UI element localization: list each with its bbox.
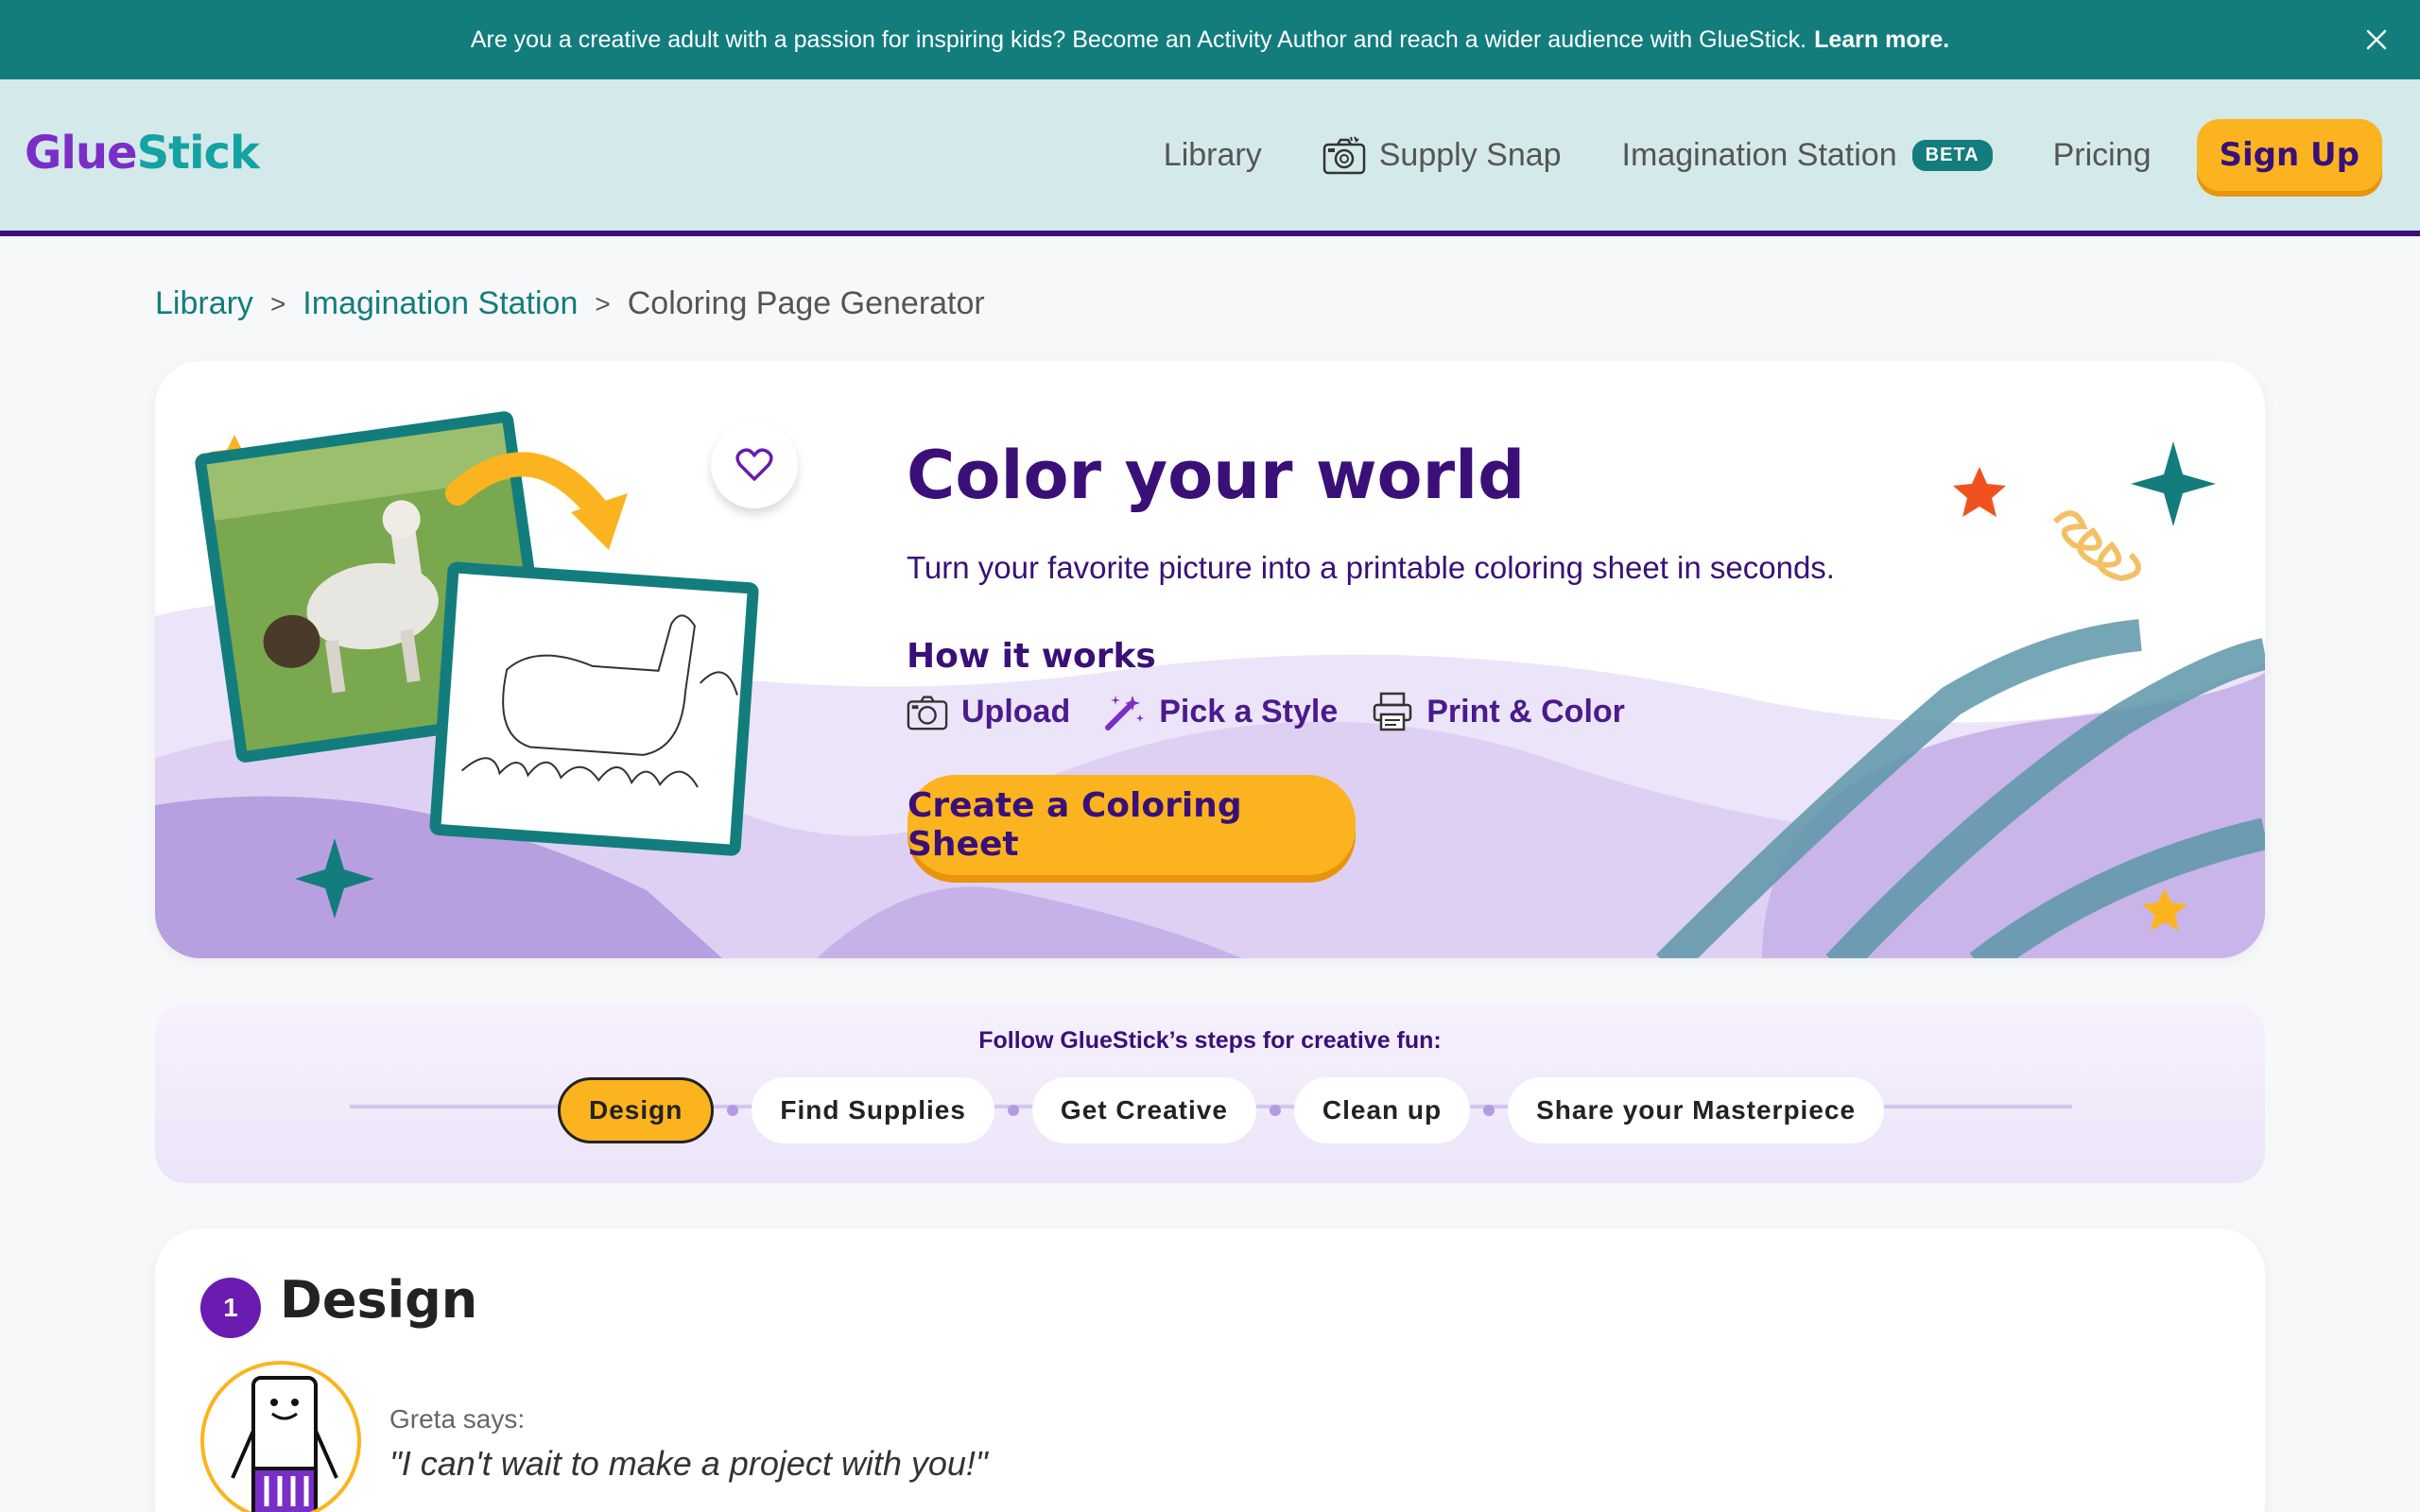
how-step-label: Pick a Style	[1159, 693, 1339, 730]
step-design[interactable]: Design	[558, 1077, 715, 1143]
how-step-pick-style: Pick a Style	[1104, 692, 1338, 731]
step-get-creative[interactable]: Get Creative	[1031, 1077, 1256, 1143]
nav-supply-snap[interactable]: Supply Snap	[1322, 135, 1562, 175]
favorite-heart-button[interactable]	[711, 421, 798, 508]
logo-glue: Glue	[25, 127, 138, 180]
how-step-label: Upload	[961, 693, 1071, 730]
sign-up-button[interactable]: Sign Up	[2196, 119, 2382, 191]
gluestick-logo[interactable]: GlueStick	[25, 127, 260, 180]
step-dot	[1007, 1105, 1019, 1116]
camera-icon	[1322, 136, 1365, 175]
breadcrumb-library[interactable]: Library	[155, 285, 253, 322]
logo-stick: Stick	[136, 127, 260, 180]
nav-library-label: Library	[1163, 136, 1262, 173]
design-section: 1 Design Greta says: "I can't wait to ma…	[155, 1228, 2265, 1512]
breadcrumb-separator: >	[595, 288, 611, 318]
step-share-masterpiece[interactable]: Share your Masterpiece	[1508, 1077, 1885, 1143]
breadcrumb-separator: >	[269, 288, 286, 318]
nav-pricing-label: Pricing	[2052, 136, 2152, 173]
create-coloring-sheet-button[interactable]: Create a Coloring Sheet	[908, 775, 1356, 875]
banner-text: Are you a creative adult with a passion …	[470, 26, 1807, 53]
steps-strip: Follow GlueStick’s steps for creative fu…	[155, 1004, 2265, 1183]
how-it-works-steps: Upload Pick a Style Print & Color	[907, 692, 1659, 731]
step-dot	[727, 1105, 739, 1116]
printer-icon	[1373, 692, 1412, 731]
breadcrumb-imagination-station[interactable]: Imagination Station	[302, 285, 578, 322]
greta-avatar	[200, 1361, 361, 1512]
magic-wand-icon	[1105, 696, 1145, 730]
camera-icon	[907, 696, 948, 730]
nav-pricing[interactable]: Pricing	[2053, 137, 2152, 174]
site-header: GlueStick Library Supply Snap Imaginatio…	[0, 79, 2420, 236]
close-icon[interactable]	[2358, 21, 2395, 59]
beta-badge: BETA	[1911, 139, 1993, 171]
how-it-works-heading: How it works	[907, 637, 1156, 676]
main-nav: Library Supply Snap Imagination Station …	[1164, 79, 2420, 231]
nav-library[interactable]: Library	[1164, 137, 1262, 174]
nav-imagination-label: Imagination Station	[1621, 136, 1897, 173]
step-dot	[1269, 1105, 1281, 1116]
hero-title: Color your world	[907, 437, 1526, 514]
step-number-badge: 1	[200, 1278, 261, 1338]
hero-card: Color your world Turn your favorite pict…	[155, 361, 2265, 958]
hero-subtitle: Turn your favorite picture into a printa…	[907, 550, 1835, 585]
speaker-label: Greta says:	[389, 1404, 526, 1434]
step-clean-up[interactable]: Clean up	[1293, 1077, 1471, 1143]
breadcrumb-current: Coloring Page Generator	[627, 285, 985, 321]
heart-icon	[735, 448, 773, 481]
how-step-label: Print & Color	[1426, 693, 1625, 730]
speaker-quote: "I can't wait to make a project with you…	[389, 1444, 988, 1483]
steps-label: Follow GlueStick’s steps for creative fu…	[978, 1027, 1442, 1054]
how-step-print: Print & Color	[1372, 692, 1625, 731]
breadcrumb: Library > Imagination Station > Coloring…	[155, 285, 985, 322]
nav-supply-snap-label: Supply Snap	[1378, 136, 1562, 173]
section-title: Design	[280, 1270, 478, 1330]
promo-banner: Are you a creative adult with a passion …	[0, 0, 2420, 79]
banner-learn-more-link[interactable]: Learn more.	[1814, 26, 1949, 54]
step-find-supplies[interactable]: Find Supplies	[752, 1077, 994, 1143]
step-dot	[1483, 1105, 1495, 1116]
nav-imagination-station[interactable]: Imagination Station BETA	[1622, 137, 1993, 174]
steps-row: Design Find Supplies Get Creative Clean …	[558, 1077, 1885, 1143]
how-step-upload: Upload	[907, 692, 1070, 731]
